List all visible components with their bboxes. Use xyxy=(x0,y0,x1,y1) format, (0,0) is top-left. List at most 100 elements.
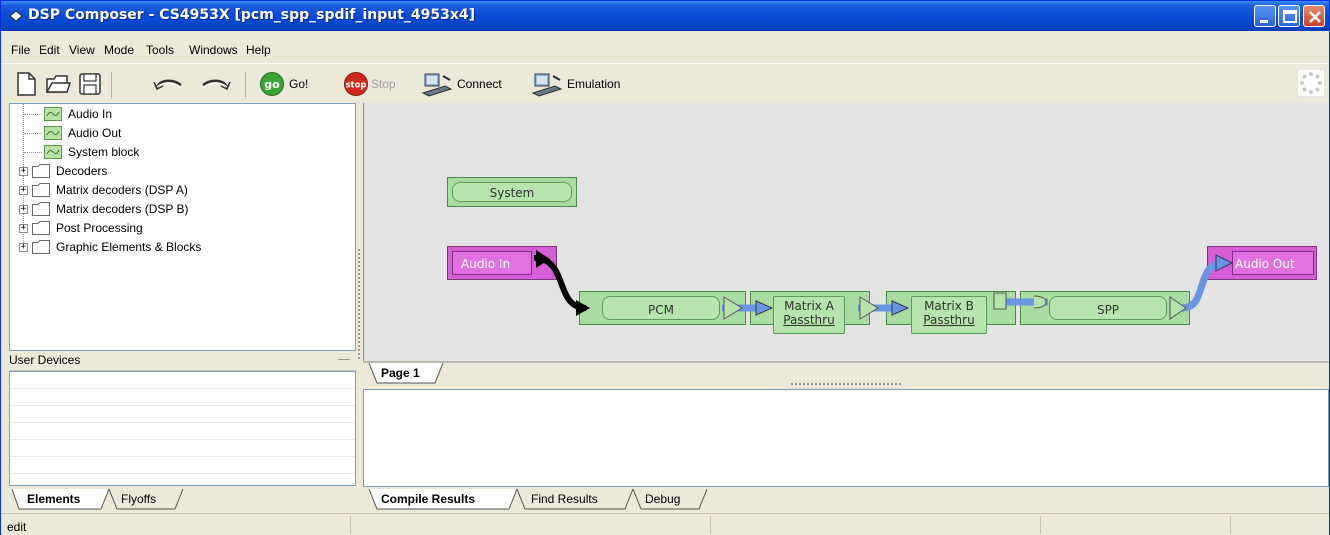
list-item xyxy=(10,440,355,457)
status-text: edit xyxy=(7,520,27,534)
status-cell: edit xyxy=(1,516,351,534)
tree-item-label: Audio In xyxy=(68,107,113,121)
menu-tools[interactable]: Tools xyxy=(146,43,174,57)
port-out-icon xyxy=(1169,296,1187,320)
menu-view[interactable]: View xyxy=(69,43,95,57)
connect-button[interactable]: Connect xyxy=(457,77,502,91)
port-out-icon xyxy=(859,296,879,320)
tree-item-matrix-dsp-b[interactable]: + Matrix decoders (DSP B) xyxy=(10,200,350,219)
tab-label: Page 1 xyxy=(381,366,420,380)
tab-outline xyxy=(363,361,1329,384)
go-icon[interactable]: go xyxy=(259,71,285,97)
expand-icon[interactable]: + xyxy=(19,224,28,233)
expand-icon[interactable]: + xyxy=(19,205,28,214)
tree-item-label: Matrix decoders (DSP B) xyxy=(56,202,189,216)
menu-mode[interactable]: Mode xyxy=(104,43,134,57)
status-cell xyxy=(1041,516,1231,534)
status-cell xyxy=(351,516,711,534)
block-icon xyxy=(44,107,62,121)
tree-item-audio-out[interactable]: Audio Out xyxy=(10,124,350,143)
folder-icon xyxy=(32,164,50,178)
stop-icon[interactable]: stop xyxy=(343,71,369,97)
app-window: DSP Composer - CS4953X [pcm_spp_spdif_in… xyxy=(0,0,1330,535)
minimize-button[interactable] xyxy=(1254,5,1276,27)
tree-item-label: Matrix decoders (DSP A) xyxy=(56,183,188,197)
minimize-icon xyxy=(1260,20,1268,23)
menu-edit[interactable]: Edit xyxy=(39,43,60,57)
close-button[interactable] xyxy=(1303,5,1325,27)
menu-bar: File Edit View Mode Tools Windows Help xyxy=(1,41,1329,61)
block-icon xyxy=(44,145,62,159)
redo-icon[interactable] xyxy=(197,71,233,97)
list-item xyxy=(10,423,355,440)
wire-arrow-icon xyxy=(1215,254,1234,272)
user-devices-title: User Devices xyxy=(9,353,81,367)
busy-indicator-icon xyxy=(1297,69,1325,97)
folder-icon xyxy=(32,240,50,254)
tab-label: Elements xyxy=(27,492,81,506)
port-in-icon xyxy=(1033,295,1047,309)
tree-item-graphic-elements[interactable]: + Graphic Elements & Blocks xyxy=(10,238,350,257)
tree-item-label: Decoders xyxy=(56,164,108,178)
menu-help[interactable]: Help xyxy=(246,43,271,57)
wire-arrow-icon xyxy=(755,300,774,316)
bottom-tab-strip: Compile Results Find Results Debug xyxy=(363,487,1329,511)
diagram-canvas[interactable]: System Audio In PCM Matrix A Passthru Mat… xyxy=(363,103,1329,361)
close-icon xyxy=(1309,11,1321,23)
app-icon xyxy=(9,10,23,22)
element-tree[interactable]: Audio In Audio Out System block + Decode… xyxy=(9,103,356,351)
maximize-button[interactable] xyxy=(1278,5,1300,27)
tab-label: Flyoffs xyxy=(121,492,157,506)
tree-item-label: Audio Out xyxy=(68,126,122,140)
user-devices-list[interactable] xyxy=(9,371,356,486)
horizontal-splitter-grip[interactable] xyxy=(791,383,901,386)
tree-item-decoders[interactable]: + Decoders xyxy=(10,162,350,181)
tree-item-matrix-dsp-a[interactable]: + Matrix decoders (DSP A) xyxy=(10,181,350,200)
folder-icon xyxy=(32,202,50,216)
wire-audio-in-pcm xyxy=(533,255,587,311)
new-file-icon[interactable] xyxy=(13,71,39,97)
list-item xyxy=(10,372,355,389)
maximize-icon xyxy=(1283,10,1297,23)
menu-windows[interactable]: Windows xyxy=(189,43,238,57)
tree-item-system-block[interactable]: System block xyxy=(10,143,350,162)
emulation-button[interactable]: Emulation xyxy=(567,77,620,91)
status-bar: edit xyxy=(1,513,1329,535)
left-tab-strip: Elements Flyoffs xyxy=(9,487,356,511)
tree-item-label: System block xyxy=(68,145,140,159)
results-pane[interactable] xyxy=(363,389,1329,487)
list-item xyxy=(10,406,355,423)
tree-item-label: Post Processing xyxy=(56,221,143,235)
tab-label: Find Results xyxy=(531,492,598,506)
list-item xyxy=(10,389,355,406)
expand-icon[interactable]: + xyxy=(19,186,28,195)
menu-file[interactable]: File xyxy=(11,43,30,57)
folder-icon xyxy=(32,221,50,235)
tree-item-audio-in[interactable]: Audio In xyxy=(10,105,350,124)
toolbar-separator xyxy=(111,72,112,98)
status-cell xyxy=(711,516,1041,534)
collapse-icon[interactable]: — xyxy=(338,353,350,366)
wire-arrow-icon xyxy=(891,300,910,316)
folder-icon xyxy=(32,183,50,197)
window-title: DSP Composer - CS4953X [pcm_spp_spdif_in… xyxy=(28,7,476,23)
splitter-grip[interactable] xyxy=(358,249,361,359)
connect-icon[interactable] xyxy=(421,71,453,97)
tree-item-post-processing[interactable]: + Post Processing xyxy=(10,219,350,238)
emulation-icon[interactable] xyxy=(531,71,563,97)
stop-icon-text: stop xyxy=(345,81,366,91)
go-icon-text: go xyxy=(264,78,280,91)
expand-icon[interactable]: + xyxy=(19,167,28,176)
title-bar[interactable]: DSP Composer - CS4953X [pcm_spp_spdif_in… xyxy=(1,1,1329,31)
expand-icon[interactable]: + xyxy=(19,243,28,252)
go-button[interactable]: Go! xyxy=(289,77,308,91)
tab-label: Debug xyxy=(645,492,681,506)
open-folder-icon[interactable] xyxy=(45,71,71,97)
stop-button[interactable]: Stop xyxy=(371,77,396,91)
user-devices-header: User Devices — xyxy=(9,351,356,371)
block-icon xyxy=(44,126,62,140)
save-icon[interactable] xyxy=(77,71,103,97)
undo-icon[interactable] xyxy=(151,71,187,97)
page-tab-strip: Page 1 xyxy=(363,361,1329,385)
tab-label: Compile Results xyxy=(381,492,476,506)
